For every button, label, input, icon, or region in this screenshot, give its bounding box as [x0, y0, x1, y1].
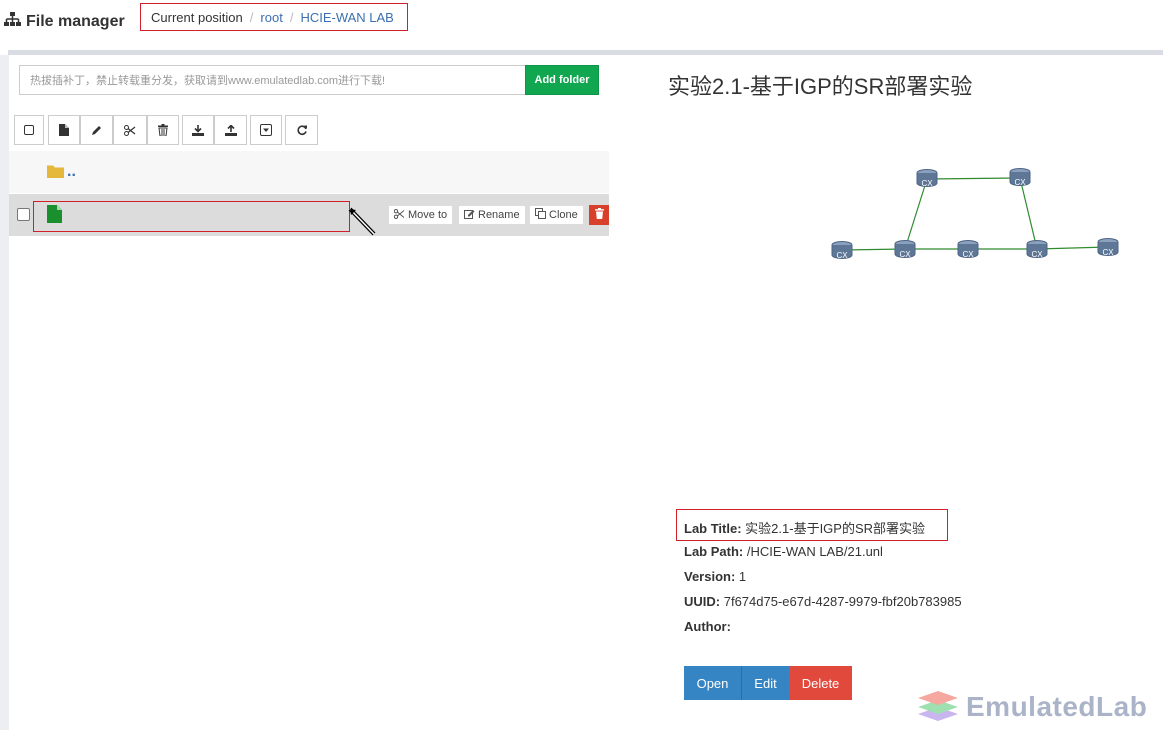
svg-text:CX: CX — [1031, 250, 1043, 259]
topology-preview: CX CX CX CX CX CX CX — [820, 160, 1130, 275]
parent-directory-row[interactable]: .. — [9, 151, 609, 193]
router-node: CX — [1009, 168, 1031, 187]
download-icon — [192, 124, 204, 136]
refresh-icon — [296, 124, 308, 136]
header: File manager Current position / root / H… — [0, 0, 1163, 52]
pencil-icon — [91, 125, 102, 136]
folder-icon — [47, 164, 64, 183]
lab-path-field: Lab Path: /HCIE-WAN LAB/21.unl — [684, 544, 883, 559]
lab-title-value: 实验2.1-基于IGP的SR部署实验 — [745, 521, 926, 536]
lab-heading: 实验2.1-基于IGP的SR部署实验 — [668, 74, 973, 99]
download-button[interactable] — [182, 115, 214, 145]
lab-uuid-field: UUID: 7f674d75-e67d-4287-9979-fbf20b7839… — [684, 594, 962, 609]
router-node: CX — [957, 240, 979, 259]
breadcrumb-item-root[interactable]: root — [260, 10, 282, 25]
lab-uuid-label: UUID: — [684, 594, 721, 609]
lab-version-field: Version: 1 — [684, 569, 746, 584]
cut-button[interactable] — [113, 115, 147, 145]
lab-title-field: Lab Title: 实验2.1-基于IGP的SR部署实验 — [684, 518, 925, 537]
svg-text:CX: CX — [899, 250, 911, 259]
search-input[interactable]: 热拔插补丁，禁止转载重分发，获取请到www.emulatedlab.com进行下… — [19, 65, 526, 95]
file-icon — [47, 205, 62, 228]
refresh-button[interactable] — [285, 115, 318, 145]
router-node: CX — [894, 240, 916, 259]
delete-button[interactable] — [147, 115, 179, 145]
delete-file-button[interactable] — [589, 205, 609, 225]
breadcrumb: Current position / root / HCIE-WAN LAB — [140, 3, 408, 31]
header-divider — [8, 50, 1163, 55]
delete-lab-button[interactable]: Delete — [789, 666, 852, 700]
lab-path-value: /HCIE-WAN LAB/21.unl — [746, 544, 883, 559]
selected-file-highlight — [33, 201, 350, 232]
edit-button[interactable] — [80, 115, 113, 145]
edit-lab-button[interactable]: Edit — [742, 666, 789, 700]
brand: File manager — [4, 12, 125, 32]
file-icon — [59, 124, 69, 136]
router-node: CX — [1026, 240, 1048, 259]
lab-path-label: Lab Path: — [684, 544, 744, 559]
breadcrumb-item-hcie-wan-lab[interactable]: HCIE-WAN LAB — [300, 10, 393, 25]
svg-text:CX: CX — [962, 250, 974, 259]
mouse-cursor-icon — [348, 207, 378, 242]
import-button[interactable] — [250, 115, 282, 145]
copy-icon — [535, 208, 546, 222]
lab-version-label: Version: — [684, 569, 736, 584]
svg-text:CX: CX — [921, 179, 933, 188]
lab-version-value: 1 — [738, 569, 747, 584]
rename-label: Rename — [478, 209, 520, 221]
lab-title-label: Lab Title: — [684, 521, 742, 536]
sitemap-icon — [4, 12, 21, 32]
page: File manager Current position / root / H… — [0, 0, 1163, 730]
move-to-button[interactable]: Move to — [388, 205, 454, 225]
lab-author-label: Author: — [684, 619, 731, 634]
add-folder-button[interactable]: Add folder — [525, 65, 599, 95]
upload-icon — [224, 124, 237, 136]
watermark: EmulatedLab — [916, 687, 1147, 726]
trash-icon — [594, 206, 604, 224]
import-box-icon — [260, 124, 272, 136]
upload-button[interactable] — [214, 115, 247, 145]
lab-actions: Open Edit Delete — [684, 666, 852, 700]
page-title: File manager — [26, 13, 125, 30]
file-row-checkbox[interactable] — [17, 208, 30, 221]
breadcrumb-current-label: Current position — [151, 9, 243, 25]
lab-author-field: Author: — [684, 619, 731, 634]
router-node: CX — [916, 169, 938, 188]
svg-text:CX: CX — [1014, 178, 1026, 187]
parent-directory-link[interactable]: .. — [67, 163, 76, 181]
file-row[interactable]: Move to Rename Clone — [9, 194, 609, 236]
left-rail — [0, 55, 9, 730]
edit-icon — [464, 209, 475, 222]
clone-label: Clone — [549, 209, 578, 221]
lab-uuid-value: 7f674d75-e67d-4287-9979-fbf20b783985 — [723, 594, 962, 609]
checkbox-icon — [24, 125, 34, 135]
router-node: CX — [831, 241, 853, 260]
new-file-button[interactable] — [48, 115, 80, 145]
router-node: CX — [1097, 238, 1119, 257]
svg-text:CX: CX — [1102, 248, 1114, 257]
scissors-icon — [393, 208, 405, 222]
clone-button[interactable]: Clone — [529, 205, 584, 225]
move-to-label: Move to — [408, 209, 448, 221]
rename-button[interactable]: Rename — [458, 205, 526, 225]
svg-text:CX: CX — [836, 251, 848, 260]
breadcrumb-separator: / — [289, 9, 294, 25]
layers-logo-icon — [916, 687, 960, 726]
breadcrumb-separator: / — [249, 9, 254, 25]
scissors-icon — [124, 124, 136, 136]
watermark-text: EmulatedLab — [966, 690, 1148, 722]
trash-icon — [158, 124, 168, 136]
select-all-button[interactable] — [14, 115, 44, 145]
open-lab-button[interactable]: Open — [684, 666, 742, 700]
